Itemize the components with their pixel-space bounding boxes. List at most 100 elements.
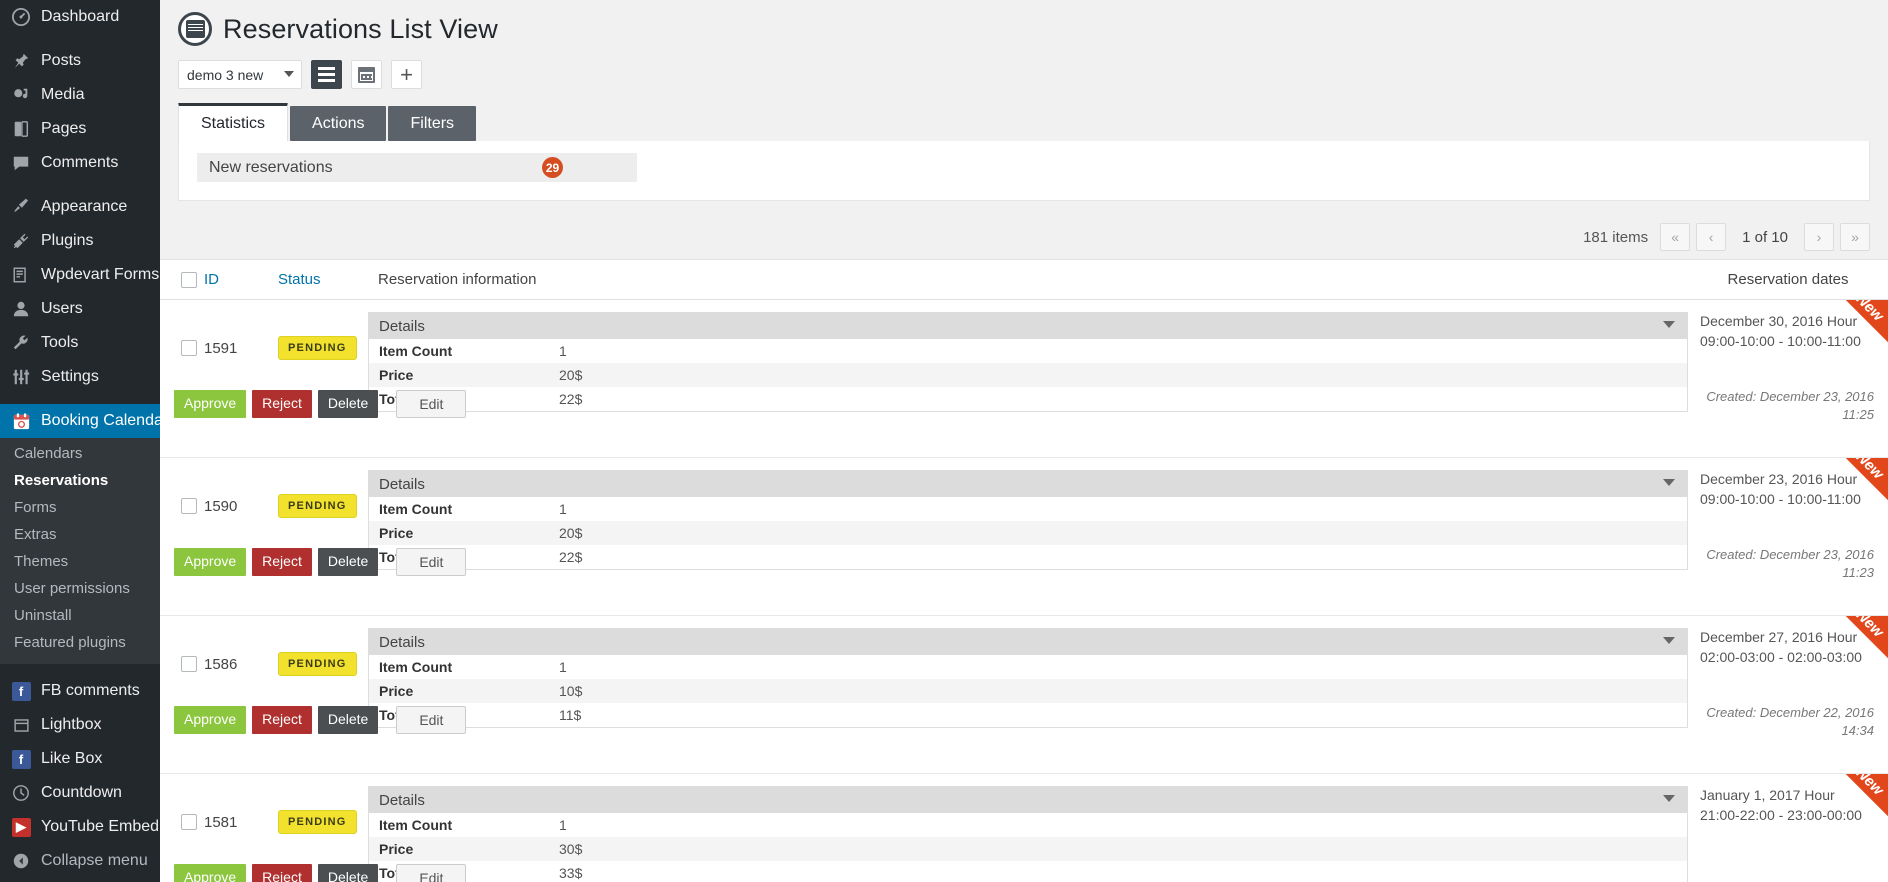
submenu-item-forms[interactable]: Forms <box>0 494 160 521</box>
dashboard-icon <box>10 7 32 27</box>
table-row: 1590PENDINGApproveRejectDeleteEditDetail… <box>160 458 1888 616</box>
approve-button[interactable]: Approve <box>174 548 246 576</box>
form-icon <box>10 265 32 285</box>
sidebar-item-tools[interactable]: Tools <box>0 326 160 360</box>
detail-value: 1 <box>559 659 567 675</box>
sidebar-item-fb-comments[interactable]: fFB comments <box>0 674 160 708</box>
sidebar-item-comments[interactable]: Comments <box>0 146 160 180</box>
status-badge: PENDING <box>278 494 357 518</box>
sidebar-item-lightbox[interactable]: Lightbox <box>0 708 160 742</box>
last-page-button[interactable]: » <box>1840 223 1870 251</box>
sidebar-item-pages[interactable]: Pages <box>0 112 160 146</box>
sidebar-item-appearance[interactable]: Appearance <box>0 190 160 224</box>
select-all-checkbox[interactable] <box>181 272 197 288</box>
reject-button[interactable]: Reject <box>252 390 312 418</box>
table-row: 1591PENDINGApproveRejectDeleteEditDetail… <box>160 300 1888 458</box>
header-status[interactable]: Status <box>278 271 368 288</box>
sidebar-item-settings[interactable]: Settings <box>0 360 160 394</box>
next-page-button[interactable]: › <box>1804 223 1834 251</box>
chevron-down-icon[interactable] <box>1663 637 1675 644</box>
sidebar-item-posts[interactable]: Posts <box>0 44 160 78</box>
comments-icon <box>10 153 32 173</box>
reject-button[interactable]: Reject <box>252 548 312 576</box>
delete-button[interactable]: Delete <box>318 390 378 418</box>
header-id[interactable]: ID <box>204 271 278 288</box>
detail-key: Price <box>369 367 559 383</box>
row-checkbox[interactable] <box>181 814 197 830</box>
edit-button[interactable]: Edit <box>396 706 466 734</box>
row-left: 1591PENDINGApproveRejectDeleteEdit <box>160 300 368 457</box>
chevron-down-icon[interactable] <box>1663 795 1675 802</box>
row-actions: ApproveRejectDeleteEdit <box>160 864 368 882</box>
reject-button[interactable]: Reject <box>252 706 312 734</box>
row-left: 1586PENDINGApproveRejectDeleteEdit <box>160 616 368 773</box>
created-date: Created: December 23, 2016 11:25 <box>1700 388 1874 425</box>
submenu-item-uninstall[interactable]: Uninstall <box>0 602 160 629</box>
tab-statistics[interactable]: Statistics <box>178 103 288 141</box>
detail-row: Item Count1 <box>369 655 1687 679</box>
edit-button[interactable]: Edit <box>396 548 466 576</box>
edit-button[interactable]: Edit <box>396 390 466 418</box>
sidebar-item-label: Users <box>41 301 83 317</box>
list-view-button[interactable] <box>311 60 342 89</box>
sidebar-item-countdown[interactable]: Countdown <box>0 776 160 810</box>
sidebar-item-label: FB comments <box>41 683 140 699</box>
page-header: Reservations List View <box>160 0 1888 46</box>
details-title: Details <box>379 634 425 651</box>
sidebar-item-dashboard[interactable]: Dashboard <box>0 0 160 34</box>
submenu-item-extras[interactable]: Extras <box>0 521 160 548</box>
prev-page-button[interactable]: ‹ <box>1696 223 1726 251</box>
detail-key: Price <box>369 841 559 857</box>
youtube-icon: ▶ <box>10 817 32 837</box>
add-reservation-button[interactable]: + <box>391 60 422 89</box>
submenu-item-themes[interactable]: Themes <box>0 548 160 575</box>
edit-button[interactable]: Edit <box>396 864 466 882</box>
list-view-icon <box>318 67 335 82</box>
row-checkbox[interactable] <box>181 656 197 672</box>
media-icon <box>10 85 32 105</box>
calendar-view-button[interactable] <box>351 60 382 89</box>
row-left: 1590PENDINGApproveRejectDeleteEdit <box>160 458 368 615</box>
clock-icon <box>10 783 32 803</box>
delete-button[interactable]: Delete <box>318 706 378 734</box>
submenu-item-reservations[interactable]: Reservations <box>0 467 160 494</box>
sidebar-item-users[interactable]: Users <box>0 292 160 326</box>
calendar-select[interactable]: demo 3 new <box>178 60 302 89</box>
reject-button[interactable]: Reject <box>252 864 312 882</box>
delete-button[interactable]: Delete <box>318 548 378 576</box>
submenu-item-calendars[interactable]: Calendars <box>0 440 160 467</box>
chevron-down-icon[interactable] <box>1663 321 1675 328</box>
sidebar-item-youtube-embed[interactable]: ▶YouTube Embed <box>0 810 160 844</box>
detail-key: Item Count <box>369 501 559 517</box>
table-header-row: ID Status Reservation information Reserv… <box>160 260 1888 300</box>
submenu-item-featured-plugins[interactable]: Featured plugins <box>0 629 160 656</box>
submenu-item-user-permissions[interactable]: User permissions <box>0 575 160 602</box>
tab-filters[interactable]: Filters <box>388 106 476 141</box>
plug-icon <box>10 231 32 251</box>
details-body: Item Count1Price20$Total Price22$ <box>368 339 1688 412</box>
detail-row: Item Count1 <box>369 497 1687 521</box>
approve-button[interactable]: Approve <box>174 864 246 882</box>
collapse-menu-button[interactable]: Collapse menu <box>0 844 160 878</box>
detail-row: Price20$ <box>369 521 1687 545</box>
row-checkbox[interactable] <box>181 340 197 356</box>
sidebar-item-plugins[interactable]: Plugins <box>0 224 160 258</box>
sidebar-item-wpdevart-forms[interactable]: Wpdevart Forms <box>0 258 160 292</box>
row-checkbox[interactable] <box>181 498 197 514</box>
reservation-dates: January 1, 2017 Hour 21:00-22:00 - 23:00… <box>1700 786 1874 826</box>
stat-new-reservations[interactable]: New reservations 29 <box>197 153 637 182</box>
approve-button[interactable]: Approve <box>174 390 246 418</box>
sidebar-item-like-box[interactable]: fLike Box <box>0 742 160 776</box>
tab-actions[interactable]: Actions <box>290 106 386 141</box>
delete-button[interactable]: Delete <box>318 864 378 882</box>
sidebar-item-label: Settings <box>41 369 99 385</box>
row-dates: NewDecember 23, 2016 Hour 09:00-10:00 - … <box>1688 458 1888 615</box>
sidebar-item-label: Like Box <box>41 751 102 767</box>
sidebar-item-booking-calendar[interactable]: Booking Calendar <box>0 404 160 438</box>
chevron-down-icon[interactable] <box>1663 479 1675 486</box>
sidebar-item-media[interactable]: Media <box>0 78 160 112</box>
first-page-button[interactable]: « <box>1660 223 1690 251</box>
page-title: Reservations List View <box>223 16 498 43</box>
approve-button[interactable]: Approve <box>174 706 246 734</box>
detail-value: 10$ <box>559 683 582 699</box>
